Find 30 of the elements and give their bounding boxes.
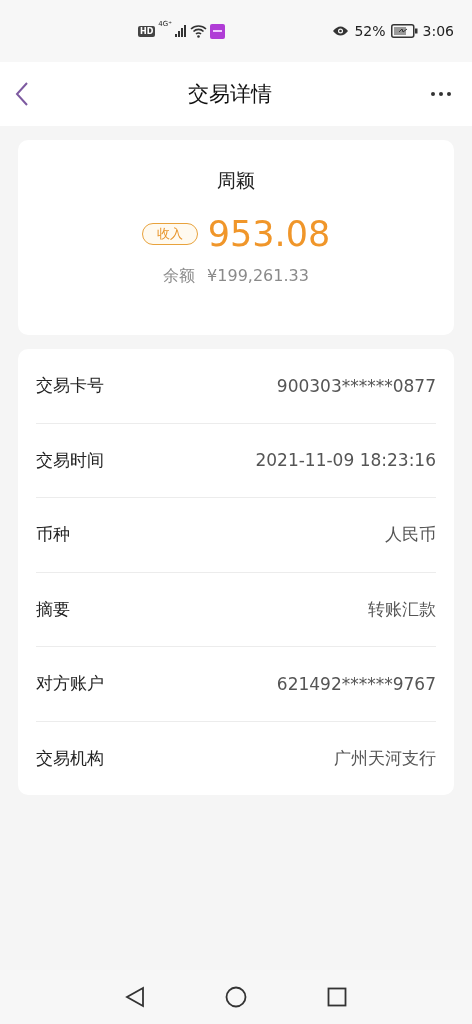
recents-nav-button[interactable]: [327, 987, 347, 1007]
detail-label: 摘要: [36, 597, 70, 621]
payer-name: 周颖: [217, 168, 255, 193]
detail-label: 币种: [36, 523, 70, 547]
detail-label: 交易卡号: [36, 374, 104, 398]
signal-icon: [174, 25, 187, 37]
amount: 953.08: [207, 214, 331, 254]
detail-value: 广州天河支行: [334, 746, 436, 770]
app-notification-icon: [209, 23, 225, 39]
wifi-icon: [189, 24, 207, 38]
clock-time: 3:06: [422, 23, 454, 39]
battery-percent: 52%: [354, 23, 386, 39]
income-tag: 收入: [141, 223, 198, 245]
detail-value: 人民币: [385, 523, 436, 547]
detail-label: 交易机构: [36, 746, 104, 770]
hd-badge: HD: [138, 25, 156, 37]
home-nav-button[interactable]: [225, 986, 247, 1008]
detail-value: 621492******9767: [276, 673, 436, 694]
detail-label: 对方账户: [36, 672, 104, 696]
back-nav-button[interactable]: [125, 986, 145, 1008]
page-title: 交易详情: [188, 81, 272, 108]
eye-icon: [332, 25, 350, 37]
balance-label: 余额: [163, 266, 196, 287]
detail-value: 900303******0877: [276, 375, 436, 396]
detail-value: 转账汇款: [368, 597, 436, 621]
more-icon[interactable]: [430, 91, 452, 97]
detail-value: 2021-11-09 18:23:16: [255, 450, 436, 471]
balance-value: ¥199,261.33: [207, 266, 309, 287]
detail-label: 交易时间: [36, 448, 104, 472]
battery-charging-icon: [390, 24, 418, 38]
